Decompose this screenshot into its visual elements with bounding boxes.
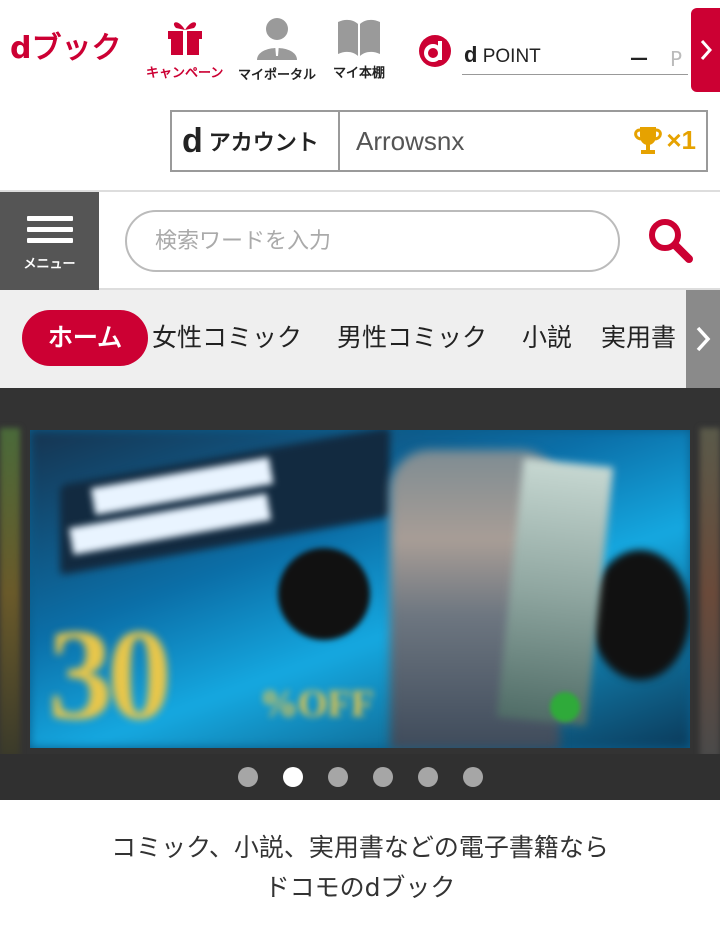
carousel-dot-5[interactable] — [417, 767, 438, 787]
trophy-count: ×1 — [666, 124, 696, 155]
carousel-dot-3[interactable] — [327, 767, 348, 787]
d-account-label: d アカウント — [172, 112, 340, 170]
trophy-badge[interactable]: ×1 — [632, 124, 696, 156]
carousel-dot-1[interactable] — [237, 767, 258, 787]
side-drawer-tab[interactable] — [691, 8, 720, 92]
banner-dark-circle — [590, 550, 690, 680]
dpoint-label-text: POINT — [482, 46, 541, 67]
tabs-scroll-right-button[interactable] — [686, 290, 720, 388]
tagline-line2: ドコモのdブック — [264, 873, 456, 902]
tab-womens-comics[interactable]: 女性コミック — [152, 310, 302, 366]
my-bookshelf-label: マイ本棚 — [333, 66, 386, 81]
dpoint-balance[interactable]: d POINT — P — [418, 34, 688, 78]
promo-banner[interactable]: ▇▇▇▇▇▇▇▇▇ ▇▇▇▇▇▇▇▇▇▇ 30 %OFF — [30, 430, 690, 748]
dpoint-value: — — [630, 48, 648, 69]
my-portal-link[interactable]: マイポータル — [238, 16, 316, 83]
search-button[interactable] — [642, 212, 698, 268]
carousel-dot-2[interactable] — [282, 767, 303, 787]
my-bookshelf-link[interactable]: マイ本棚 — [333, 16, 385, 81]
chevron-right-icon — [700, 40, 712, 60]
banner-discount-percent: 30 — [48, 603, 172, 747]
dpoint-unit: P — [670, 47, 683, 71]
menu-button[interactable]: メニュー — [0, 192, 99, 290]
banner-badge-circle — [278, 548, 370, 640]
tagline-line1: コミック、小説、実用書などの電子書籍なら — [111, 833, 609, 862]
menu-label: メニュー — [23, 257, 76, 272]
my-portal-label: マイポータル — [238, 68, 317, 83]
campaign-link[interactable]: キャンペーン — [146, 16, 223, 81]
banner-carousel: ▇▇▇▇▇▇▇▇▇ ▇▇▇▇▇▇▇▇▇▇ 30 %OFF — [0, 388, 720, 800]
dbook-logo[interactable]: dブック — [10, 32, 121, 66]
user-icon — [257, 18, 297, 60]
dpoint-logo-icon — [419, 35, 451, 67]
search-input[interactable] — [125, 210, 620, 272]
d-account-box[interactable]: d アカウント Arrowsnx ×1 — [170, 110, 708, 172]
banner-green-badge — [550, 692, 580, 722]
category-tabs: ホーム 女性コミック 男性コミック 小説 実用書 — [0, 290, 720, 388]
gift-icon — [167, 22, 202, 55]
logo-text: dブック — [10, 31, 122, 66]
dpoint-label-prefix: d — [464, 42, 478, 67]
banner-discount-off: %OFF — [260, 683, 374, 725]
tab-home[interactable]: ホーム — [22, 310, 148, 366]
d-account-text: アカウント — [208, 131, 319, 156]
chevron-right-icon — [696, 326, 711, 352]
search-bar: メニュー — [0, 190, 720, 290]
site-tagline: コミック、小説、実用書などの電子書籍なら ドコモのdブック — [0, 828, 720, 908]
trophy-icon — [634, 127, 663, 154]
next-slide-peek[interactable] — [700, 428, 720, 758]
book-icon — [338, 19, 380, 56]
tab-practical-books[interactable]: 実用書 — [601, 310, 676, 366]
tab-mens-comics[interactable]: 男性コミック — [337, 310, 487, 366]
carousel-dot-4[interactable] — [372, 767, 393, 787]
magnifier-icon — [649, 219, 693, 263]
hamburger-icon — [26, 210, 73, 249]
tab-novels[interactable]: 小説 — [522, 310, 572, 366]
dpoint-label: d POINT — [464, 42, 541, 68]
d-account-prefix: d — [182, 122, 203, 160]
carousel-indicators — [0, 754, 720, 800]
campaign-label: キャンペーン — [146, 66, 224, 81]
dpoint-underline — [462, 74, 688, 75]
site-header: dブック キャンペーン マイポータル マイ本棚 d POINT — P — [0, 0, 720, 100]
previous-slide-peek[interactable] — [0, 428, 20, 758]
carousel-dot-6[interactable] — [462, 767, 483, 787]
